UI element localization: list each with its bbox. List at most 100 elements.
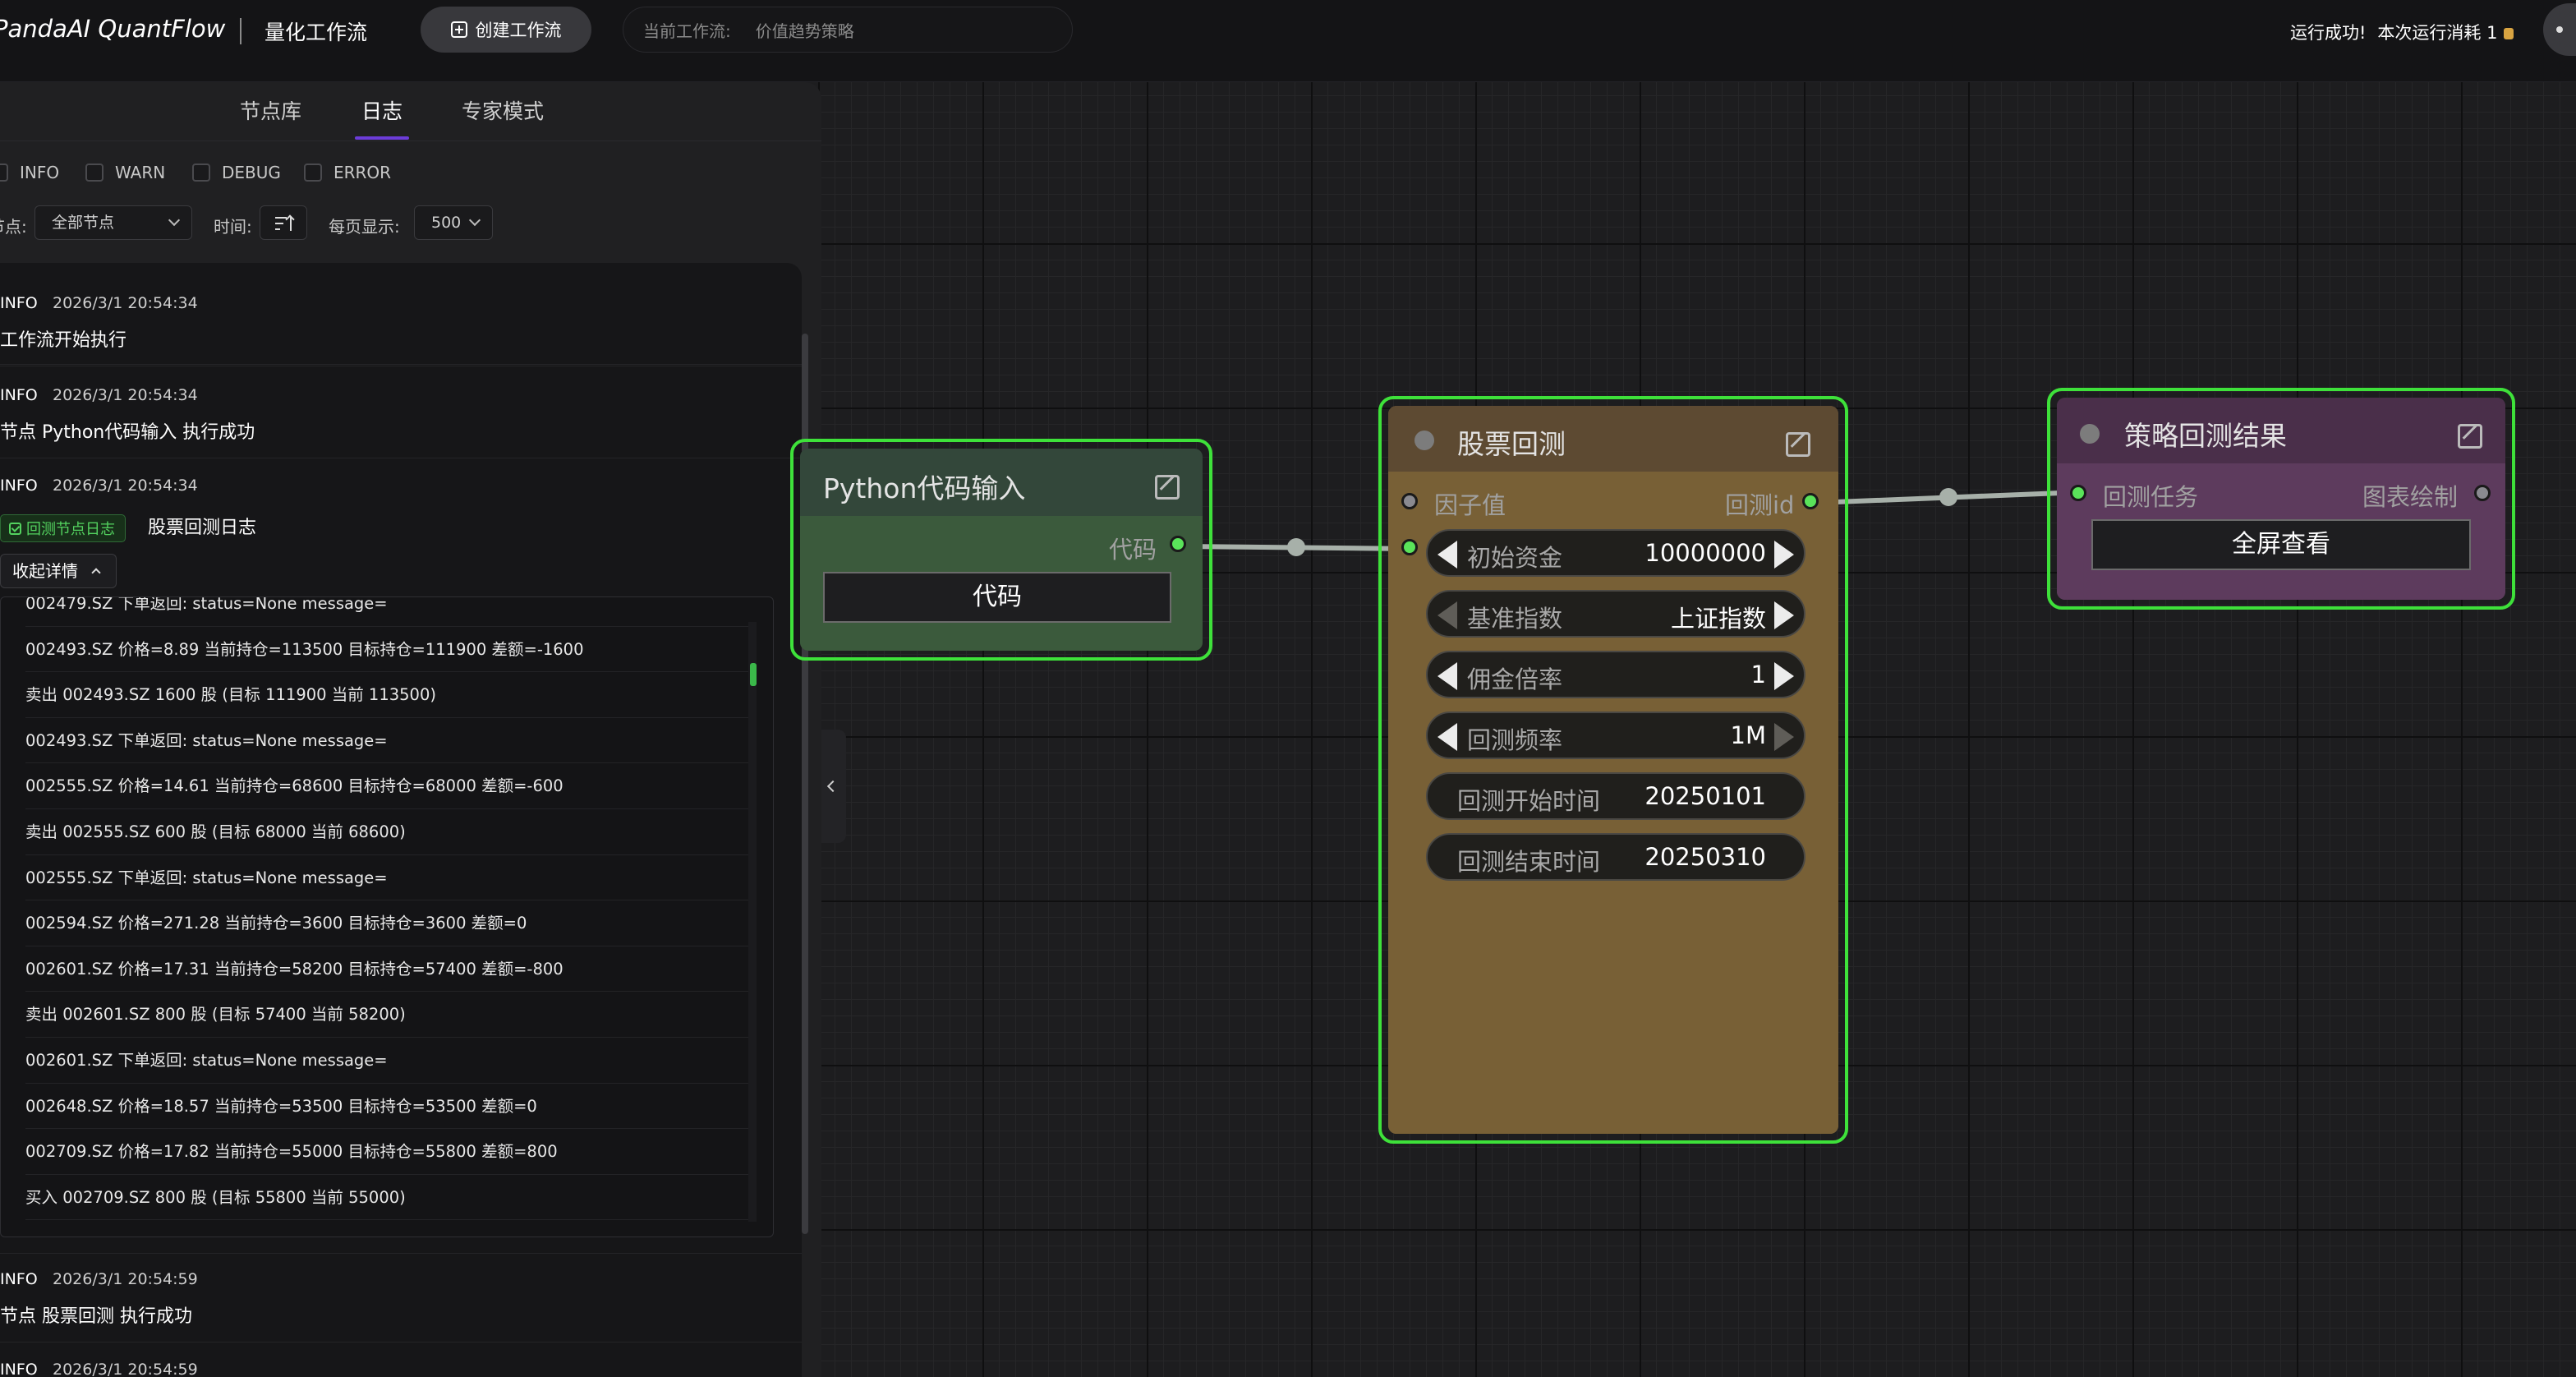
active-tab-indicator xyxy=(355,136,409,140)
user-menu-button[interactable] xyxy=(2543,3,2576,56)
filter-warn[interactable]: WARN xyxy=(85,163,165,182)
page-size-select[interactable]: 500 xyxy=(414,205,493,240)
wire-midpoint-1 xyxy=(1287,538,1305,556)
log-entry: INFO 2026/3/1 20:54:59 xyxy=(0,1342,802,1377)
node-filter-label: 节点: xyxy=(0,217,27,237)
log-time: 2026/3/1 20:54:34 xyxy=(53,386,198,404)
field-value: 20250101 xyxy=(1644,782,1766,810)
decrement-arrow-icon[interactable] xyxy=(1438,601,1457,629)
log-entry: INFO 2026/3/1 20:54:59 节点 股票回测 执行成功 xyxy=(0,1254,802,1342)
field-commission[interactable]: 佣金倍率 1 xyxy=(1426,651,1806,698)
field-value: 20250310 xyxy=(1644,843,1766,871)
log-detail-list: 002479.SZ 下单返回: status=None message= 0024… xyxy=(25,597,748,1221)
checkbox[interactable] xyxy=(0,163,8,182)
current-workflow-field[interactable]: 当前工作流: 价值趋势策略 xyxy=(623,7,1073,53)
log-level: INFO xyxy=(0,386,38,404)
increment-arrow-icon[interactable] xyxy=(1774,601,1794,629)
checkbox[interactable] xyxy=(192,163,210,182)
run-status: 运行成功! 本次运行消耗 1 xyxy=(2290,20,2514,44)
field-initial-capital[interactable]: 初始资金 10000000 xyxy=(1426,529,1806,577)
field-benchmark[interactable]: 基准指数 上证指数 xyxy=(1426,590,1806,638)
decrement-arrow-icon[interactable] xyxy=(1438,662,1457,690)
brand-divider xyxy=(240,18,242,44)
edit-icon[interactable] xyxy=(1155,475,1180,500)
collapse-panel-button[interactable] xyxy=(821,730,846,843)
collapse-details-label: 收起详情 xyxy=(12,561,78,581)
checkbox[interactable] xyxy=(304,163,322,182)
detail-scrollbar-thumb[interactable] xyxy=(750,663,757,686)
node-select[interactable]: 全部节点 xyxy=(34,205,192,240)
increment-arrow-icon[interactable] xyxy=(1774,541,1794,569)
port-label-factor: 因子值 xyxy=(1434,491,1506,519)
edit-icon[interactable] xyxy=(1786,432,1810,457)
field-end-date[interactable]: 回测结束时间 20250310 xyxy=(1426,833,1806,881)
port-label-chart: 图表绘制 xyxy=(2362,483,2459,511)
detail-line: 002601.SZ 下单返回: status=None message= xyxy=(25,1038,748,1084)
arrow-up-icon xyxy=(290,216,292,231)
app-subtitle: 量化工作流 xyxy=(264,21,368,44)
node-select-value: 全部节点 xyxy=(52,214,115,232)
brand-logo: PandaAI QuantFlow xyxy=(0,15,226,43)
field-start-date[interactable]: 回测开始时间 20250101 xyxy=(1426,772,1806,820)
field-label: 回测结束时间 xyxy=(1457,848,1601,876)
create-workflow-label: 创建工作流 xyxy=(475,21,562,40)
code-button[interactable]: 代码 xyxy=(823,572,1171,623)
wire-midpoint-2 xyxy=(1939,488,1957,506)
filter-info-label: INFO xyxy=(20,163,60,182)
sort-icon-bar xyxy=(275,228,280,230)
output-port-backtest-id[interactable] xyxy=(1802,493,1819,509)
field-frequency[interactable]: 回测频率 1M xyxy=(1426,712,1806,759)
log-controls: 节点: 全部节点 时间: 每页显示: 500 xyxy=(0,205,821,242)
chevron-left-icon xyxy=(826,780,840,793)
top-bar: PandaAI QuantFlow 量化工作流 创建工作流 当前工作流: 价值趋… xyxy=(0,0,2576,82)
log-message: 股票回测日志 xyxy=(148,518,257,538)
port-label-task: 回测任务 xyxy=(2103,483,2199,511)
tab-expert-mode[interactable]: 专家模式 xyxy=(462,95,544,125)
create-workflow-button[interactable]: 创建工作流 xyxy=(421,7,591,53)
log-time: 2026/3/1 20:54:34 xyxy=(53,477,198,495)
current-workflow-value: 价值趋势策略 xyxy=(755,21,854,41)
detail-scrollbar-track[interactable] xyxy=(748,622,757,1222)
log-entry: INFO 2026/3/1 20:54:34 工作流开始执行 xyxy=(0,279,802,366)
increment-arrow-icon[interactable] xyxy=(1774,723,1794,751)
node-python-input[interactable]: Python代码输入 代码 代码 xyxy=(790,439,1212,661)
node-backtest[interactable]: 股票回测 因子值 回测id 初始资金 10000000 基准指数 上证指数 佣金… xyxy=(1378,396,1848,1144)
detail-line: 002479.SZ 下单返回: status=None message= xyxy=(25,597,748,627)
filter-error[interactable]: ERROR xyxy=(304,163,391,182)
input-port-task[interactable] xyxy=(2070,485,2086,501)
checkbox[interactable] xyxy=(85,163,104,182)
log-detail-box[interactable]: 002479.SZ 下单返回: status=None message= 0024… xyxy=(0,596,774,1237)
increment-arrow-icon[interactable] xyxy=(1774,662,1794,690)
input-port-factor[interactable] xyxy=(1401,493,1418,509)
port-label-code: 代码 xyxy=(1109,536,1157,564)
log-message: 工作流开始执行 xyxy=(0,330,127,351)
field-value: 上证指数 xyxy=(1670,605,1766,633)
field-value: 1M xyxy=(1730,721,1766,749)
collapse-details-button[interactable]: 收起详情 xyxy=(0,554,117,588)
filter-debug-label: DEBUG xyxy=(222,163,281,182)
filter-error-label: ERROR xyxy=(334,163,392,182)
detail-line: 卖出 002555.SZ 600 股 (目标 68000 当前 68600) xyxy=(25,809,748,855)
detail-line: 002601.SZ 价格=17.31 当前持仓=58200 目标持仓=57400… xyxy=(25,946,748,992)
field-label: 回测开始时间 xyxy=(1457,787,1601,815)
output-port-code[interactable] xyxy=(1170,536,1186,552)
field-value: 1 xyxy=(1750,661,1766,688)
decrement-arrow-icon[interactable] xyxy=(1438,723,1457,751)
fullscreen-button[interactable]: 全屏查看 xyxy=(2091,519,2471,570)
node-result-title: 策略回测结果 xyxy=(2124,420,2287,452)
field-label: 佣金倍率 xyxy=(1467,665,1563,693)
time-label: 时间: xyxy=(214,217,252,237)
tab-logs[interactable]: 日志 xyxy=(361,95,402,125)
log-entry: INFO 2026/3/1 20:54:34 节点 Python代码输入 执行成… xyxy=(0,366,802,458)
node-backtest-result[interactable]: 策略回测结果 回测任务 图表绘制 全屏查看 xyxy=(2047,388,2515,610)
input-port-code[interactable] xyxy=(1401,539,1418,555)
decrement-arrow-icon[interactable] xyxy=(1438,541,1457,569)
time-sort-button[interactable] xyxy=(260,205,307,240)
edit-icon[interactable] xyxy=(2458,424,2482,449)
page-size-value: 500 xyxy=(431,214,462,232)
tab-node-library[interactable]: 节点库 xyxy=(240,95,301,125)
filter-info[interactable]: INFO xyxy=(0,163,59,182)
filter-debug[interactable]: DEBUG xyxy=(192,163,281,182)
output-port-chart[interactable] xyxy=(2474,485,2491,501)
log-time: 2026/3/1 20:54:59 xyxy=(53,1361,198,1377)
